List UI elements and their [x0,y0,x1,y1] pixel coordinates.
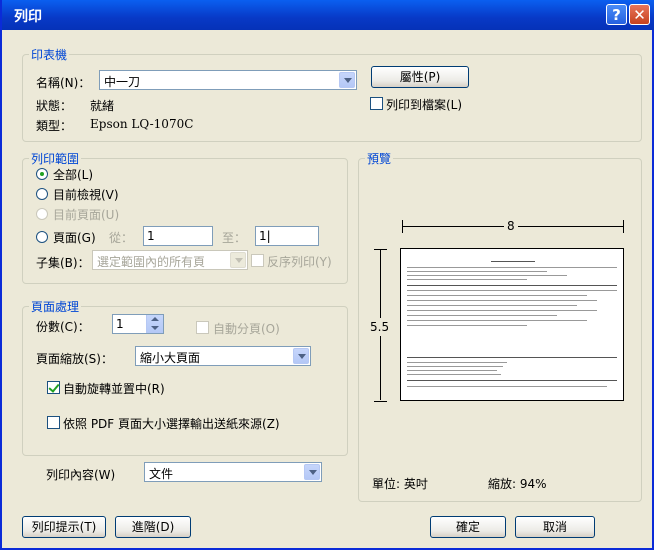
preview-line [407,279,527,280]
chevron-down-icon[interactable] [230,252,246,268]
preview-line [407,275,567,276]
status-value: 就緒 [90,99,115,113]
preview-line [407,370,497,371]
range-current-view-label[interactable]: 目前檢視(V) [53,186,119,203]
height-dimension-tick-bottom [374,401,387,402]
range-current-view-radio[interactable] [36,188,48,200]
pdf-paper-source-label[interactable]: 依照 PDF 頁面大小選擇輸出送紙來源(Z) [63,415,280,432]
chevron-down-icon[interactable] [293,348,309,364]
page-preview-thumbnail [400,248,624,401]
preview-line [407,362,507,363]
printer-name-select[interactable]: 中一刀 [99,70,357,90]
title-bar[interactable]: 列印 ? ✕ [2,0,654,30]
preview-legend: 預覽 [367,152,392,166]
page-scaling-value: 縮小大頁面 [140,351,201,365]
collate-label: 自動分頁(O) [213,322,280,336]
reverse-order-label: 反序列印(Y) [267,255,332,269]
range-all-radio[interactable] [36,168,48,180]
type-value: Epson LQ-1070C [90,117,194,131]
preview-line [407,310,597,311]
window-title: 列印 [14,9,42,25]
width-dimension-label: 8 [504,219,518,233]
preview-line [407,295,587,296]
print-what-value: 文件 [149,467,174,481]
to-label: 至： [222,231,247,245]
print-dialog: 列印 ? ✕ 印表機 名稱(N)： 中一刀 屬性(P) 狀態： 就緒 類型： E… [0,0,654,550]
printer-name-label: 名稱(N)： [36,76,91,90]
copies-stepper[interactable]: 1 [112,314,164,334]
preview-line [407,325,527,326]
type-label: 類型： [36,119,73,133]
preview-line [407,380,617,381]
preview-units: 單位: 英吋 [372,477,428,491]
page-scaling-label: 頁面縮放(S)： [36,352,113,366]
range-pages-label[interactable]: 頁面(G) [53,229,96,246]
to-page-input[interactable]: 1| [255,226,319,246]
pdf-paper-source-checkbox[interactable] [47,416,60,429]
auto-rotate-checkbox[interactable] [47,381,60,394]
preview-line [407,290,617,291]
height-dimension-tick-top [374,249,387,250]
preview-line [407,305,577,306]
page-scaling-select[interactable]: 縮小大頁面 [135,346,311,366]
preview-zoom: 縮放: 94% [488,477,547,491]
chevron-down-icon[interactable] [304,464,320,480]
spinner-arrows-icon[interactable] [146,315,163,333]
page-handling-legend: 頁面處理 [31,300,80,314]
from-page-input[interactable]: 1 [143,226,213,246]
height-dimension-label: 5.5 [370,318,390,336]
print-to-file-checkbox[interactable] [370,97,383,110]
subset-label: 子集(B)： [36,256,90,270]
advanced-button[interactable]: 進階(D) [115,516,191,538]
cancel-button[interactable]: 取消 [515,516,595,538]
print-to-file-label[interactable]: 列印到檔案(L) [386,96,462,113]
preview-line [407,315,557,316]
print-tips-button[interactable]: 列印提示(T) [22,516,106,538]
from-label: 從： [109,231,134,245]
printer-name-value: 中一刀 [104,75,141,89]
close-icon[interactable]: ✕ [629,4,650,25]
preview-line [407,366,503,367]
preview-line [407,267,617,268]
properties-button[interactable]: 屬性(P) [371,66,469,88]
chevron-down-icon[interactable] [339,72,355,88]
reverse-order-checkbox[interactable] [251,254,264,267]
range-pages-radio[interactable] [36,231,48,243]
ok-button[interactable]: 確定 [430,516,506,538]
range-current-page-radio[interactable] [36,208,48,220]
print-what-select[interactable]: 文件 [144,462,322,482]
status-label: 狀態： [36,99,73,113]
printer-legend: 印表機 [31,48,68,62]
preview-line [407,271,547,272]
preview-line [407,320,587,321]
subset-select[interactable]: 選定範圍內的所有頁 [92,250,248,270]
to-page-value: 1| [259,229,271,243]
copies-value: 1 [116,317,124,331]
width-dimension-tick-right [623,220,624,233]
preview-line [407,386,607,387]
width-dimension-tick-left [402,220,403,233]
auto-rotate-label[interactable]: 自動旋轉並置中(R) [63,380,165,397]
preview-line [491,261,535,262]
print-what-label: 列印內容(W) [46,468,116,482]
range-current-page-label: 目前頁面(U) [53,208,120,222]
copies-label: 份數(C)： [36,320,90,334]
preview-line [407,374,501,375]
collate-checkbox[interactable] [196,321,209,334]
print-range-legend: 列印範圍 [31,152,80,166]
preview-line [407,300,597,301]
subset-value: 選定範圍內的所有頁 [97,255,206,269]
range-all-label[interactable]: 全部(L) [53,166,93,183]
from-page-value: 1 [147,229,155,243]
preview-line [407,285,617,286]
preview-line [407,357,617,358]
help-icon[interactable]: ? [606,4,627,25]
